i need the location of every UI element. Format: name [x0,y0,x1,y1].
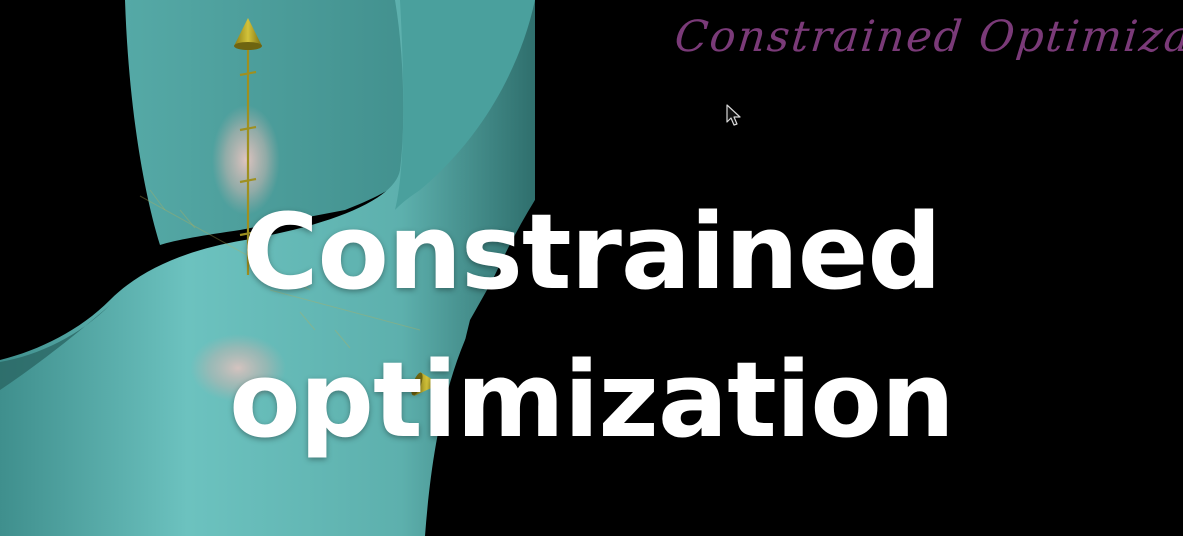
video-thumbnail: Constrained Optimization Constrained opt… [0,0,1183,536]
video-title: Constrained optimization [0,178,1183,474]
mouse-pointer-icon [726,104,741,126]
handwritten-heading: Constrained Optimization [672,12,1183,62]
title-line-2: optimization [229,339,955,461]
title-line-1: Constrained [242,191,942,313]
